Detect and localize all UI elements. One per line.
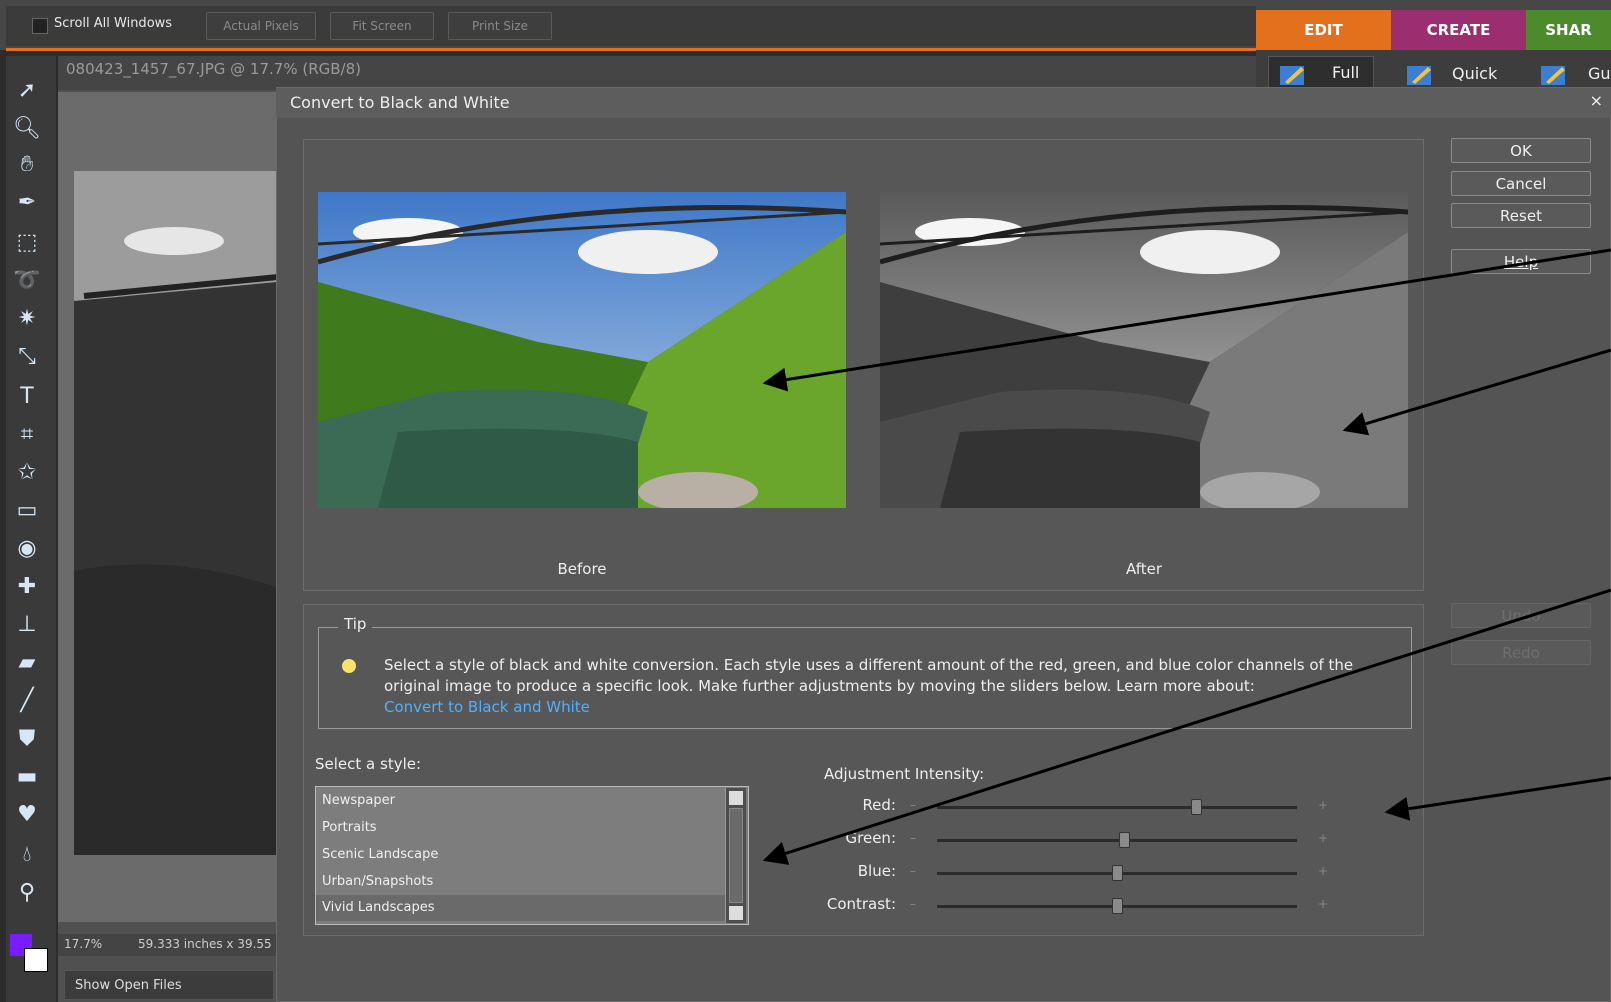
before-label: Before — [557, 560, 607, 578]
tip-help-link[interactable]: Convert to Black and White — [384, 698, 590, 716]
blue-slider-thumb[interactable] — [1112, 865, 1123, 881]
print-size-button[interactable]: Print Size — [448, 12, 552, 40]
scroll-up-arrow-icon[interactable] — [729, 791, 743, 805]
style-list-scrollbar[interactable] — [725, 788, 746, 923]
blue-minus: – — [910, 864, 916, 878]
clone-stamp-tool-icon[interactable]: ⊥ — [12, 610, 42, 640]
style-item-newspaper[interactable]: Newspaper — [322, 793, 395, 808]
green-plus: + — [1318, 831, 1329, 845]
paint-bucket-tool-icon[interactable]: ⛊ — [12, 724, 42, 754]
eraser-tool-icon[interactable]: ▰ — [12, 648, 42, 678]
blue-plus: + — [1318, 864, 1329, 878]
options-bar-inner — [6, 6, 1256, 46]
red-label: Red: — [862, 796, 896, 814]
contrast-minus: – — [910, 897, 916, 911]
style-label: Select a style: — [315, 755, 422, 773]
pencil-edit-icon — [1280, 66, 1304, 85]
red-eye-tool-icon[interactable]: ◉ — [12, 534, 42, 564]
red-minus: – — [910, 798, 916, 812]
tip-label: Tip — [338, 615, 373, 633]
undo-button[interactable]: Undo — [1451, 603, 1591, 628]
hand-tool-icon[interactable]: ✋︎ — [12, 150, 42, 180]
style-list[interactable]: Newspaper Portraits Scenic Landscape Urb… — [315, 786, 749, 925]
document-title-bar: 080423_1457_67.JPG @ 17.7% (RGB/8) — [58, 56, 1256, 90]
dialog-title: Convert to Black and White — [290, 93, 510, 112]
tab-share[interactable]: SHAR — [1526, 10, 1611, 50]
lasso-tool-icon[interactable]: ➰ — [12, 266, 42, 296]
after-label: After — [1125, 560, 1163, 578]
brush-tool-icon[interactable]: ╱ — [12, 686, 42, 716]
zoom-tool-icon[interactable]: 🔍︎ — [12, 114, 42, 144]
document-title: 080423_1457_67.JPG @ 17.7% (RGB/8) — [66, 60, 361, 78]
zoom-readout[interactable]: 17.7% — [64, 937, 102, 951]
intensity-label: Adjustment Intensity: — [824, 765, 985, 783]
accent-line — [6, 48, 1256, 51]
document-status-bar: 17.7% 59.333 inches x 39.55 — [58, 934, 288, 956]
shape-tool-icon[interactable]: ♥ — [12, 800, 42, 830]
gradient-tool-icon[interactable]: ▬ — [12, 762, 42, 792]
scroll-thumb[interactable] — [729, 808, 743, 903]
guided-edit-icon — [1541, 66, 1565, 85]
tab-full-label: Full — [1332, 63, 1360, 82]
green-slider-track[interactable] — [937, 839, 1297, 842]
quick-edit-icon — [1407, 66, 1431, 85]
green-label: Green: — [845, 829, 896, 847]
document-size: 59.333 inches x 39.55 — [138, 937, 272, 951]
document-image — [74, 171, 288, 855]
after-preview — [880, 192, 1408, 508]
redo-button[interactable]: Redo — [1451, 640, 1591, 665]
actual-pixels-button[interactable]: Actual Pixels — [206, 12, 316, 40]
healing-brush-tool-icon[interactable]: ✚ — [12, 572, 42, 602]
sponge-tool-icon[interactable]: ⚲ — [12, 878, 42, 908]
crop-tool-icon[interactable]: ⌗ — [12, 420, 42, 450]
scroll-all-checkbox[interactable] — [32, 18, 48, 34]
tip-body: Select a style of black and white conver… — [384, 656, 1354, 695]
tip-text: Select a style of black and white conver… — [384, 655, 1374, 718]
move-tool-icon[interactable]: ➚ — [12, 76, 42, 106]
dialog-title-bar: Convert to Black and White × — [276, 88, 1611, 118]
red-slider-track[interactable] — [937, 806, 1297, 809]
cookie-cutter-tool-icon[interactable]: ✩ — [12, 458, 42, 488]
magic-wand-tool-icon[interactable]: ✷ — [12, 304, 42, 334]
green-minus: – — [910, 831, 916, 845]
tab-guided[interactable]: Gu — [1588, 58, 1611, 90]
style-item-vivid-landscapes[interactable]: Vivid Landscapes — [316, 895, 730, 921]
show-open-files-button[interactable]: Show Open Files — [64, 970, 274, 1000]
background-color-swatch[interactable] — [24, 948, 48, 972]
ok-button[interactable]: OK — [1451, 138, 1591, 163]
red-slider-thumb[interactable] — [1191, 799, 1203, 815]
marquee-tool-icon[interactable]: ⬚ — [12, 228, 42, 258]
tab-quick[interactable]: Quick — [1452, 58, 1497, 90]
reset-button[interactable]: Reset — [1451, 203, 1591, 228]
green-slider-thumb[interactable] — [1119, 832, 1131, 848]
blue-label: Blue: — [857, 862, 896, 880]
style-item-urban-snapshots[interactable]: Urban/Snapshots — [322, 874, 433, 889]
selection-brush-tool-icon[interactable]: ⤡ — [12, 342, 42, 372]
scroll-down-arrow-icon[interactable] — [729, 906, 743, 920]
straighten-tool-icon[interactable]: ▭ — [12, 496, 42, 526]
tab-create[interactable]: CREATE — [1391, 10, 1526, 50]
cancel-button[interactable]: Cancel — [1451, 171, 1591, 196]
lightbulb-icon — [342, 659, 356, 673]
style-item-scenic-landscape[interactable]: Scenic Landscape — [322, 847, 438, 862]
before-preview — [318, 192, 846, 508]
contrast-slider-thumb[interactable] — [1112, 898, 1123, 914]
scroll-all-label: Scroll All Windows — [54, 16, 173, 31]
close-icon[interactable]: × — [1590, 91, 1603, 110]
blur-tool-icon[interactable]: 💧︎ — [12, 840, 42, 870]
contrast-label: Contrast: — [826, 895, 896, 913]
style-item-portraits[interactable]: Portraits — [322, 820, 377, 835]
eyedropper-tool-icon[interactable]: ✒ — [12, 188, 42, 218]
tab-edit[interactable]: EDIT — [1256, 10, 1391, 50]
help-button[interactable]: Help — [1451, 249, 1591, 274]
fit-screen-button[interactable]: Fit Screen — [330, 12, 434, 40]
type-tool-icon[interactable]: T — [12, 382, 42, 412]
red-plus: + — [1318, 798, 1329, 812]
contrast-plus: + — [1318, 897, 1329, 911]
